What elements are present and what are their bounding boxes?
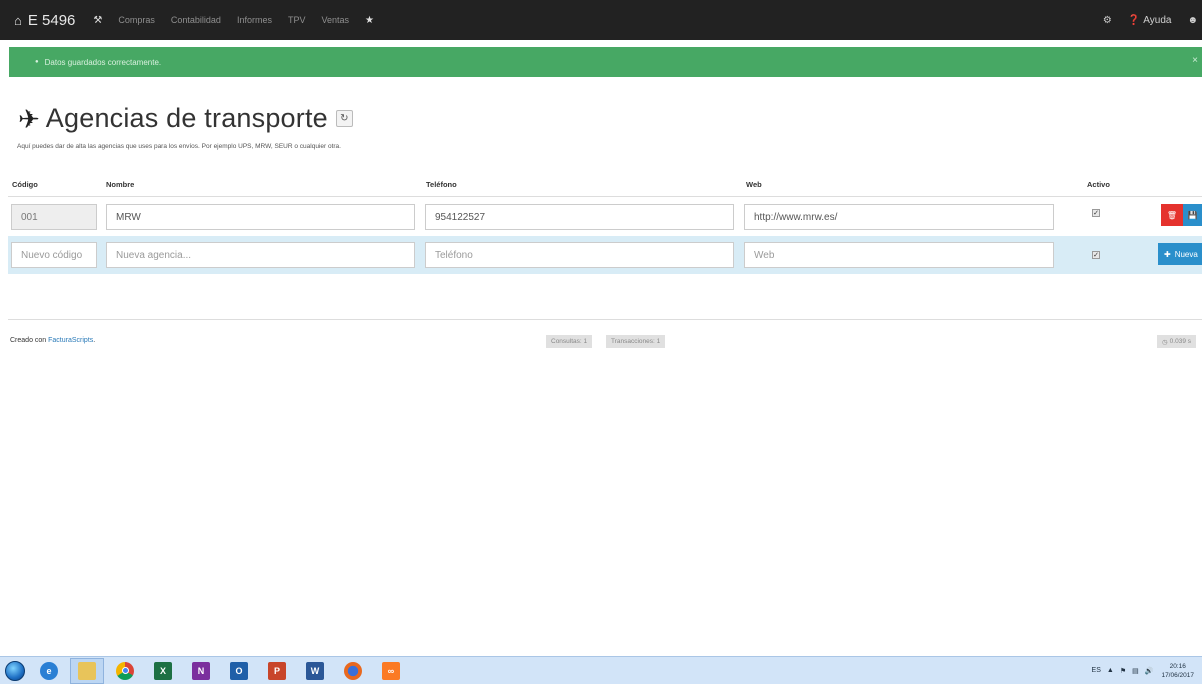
system-tray: ES ▲ ⚑ ▤ 🔊 20:16 17/06/2017	[1086, 662, 1202, 680]
user-icon[interactable]: ☻	[1179, 0, 1202, 40]
volume-icon[interactable]: 🔊	[1145, 667, 1154, 675]
clock[interactable]: 20:16 17/06/2017	[1161, 662, 1194, 680]
new-agency-button[interactable]: ✚ Nueva	[1158, 243, 1202, 265]
excel-icon[interactable]: X	[146, 658, 180, 684]
refresh-button[interactable]: ↻	[335, 110, 353, 127]
language-indicator[interactable]: ES	[1092, 667, 1101, 674]
page-subtitle: Aquí puedes dar de alta las agencias que…	[17, 143, 341, 150]
outlook-icon[interactable]: O	[222, 658, 256, 684]
credit-suffix: .	[93, 337, 96, 344]
nav-item-tpv[interactable]: TPV	[280, 0, 314, 40]
internet-explorer-icon[interactable]: e	[32, 658, 66, 684]
chrome-icon[interactable]	[108, 658, 142, 684]
time-label: 0.039 s	[1169, 338, 1191, 345]
floppy-icon: 💾	[1187, 210, 1198, 220]
flag-icon[interactable]: ⚑	[1120, 667, 1126, 675]
new-codigo-input[interactable]: Nuevo código	[11, 242, 97, 268]
plus-icon: ✚	[1164, 249, 1171, 259]
page-header: ✈ Agencias de transporte ↻	[18, 103, 353, 134]
file-explorer-icon[interactable]	[70, 657, 104, 684]
top-navbar: ⌂ E 5496 ⚒ Compras Contabilidad Informes…	[0, 0, 1202, 40]
bullet-icon: ●	[35, 59, 39, 65]
nav-item-contabilidad[interactable]: Contabilidad	[163, 0, 229, 40]
footer-credit: Creado con FacturaScripts.	[10, 337, 95, 344]
wrench-icon[interactable]: ⚒	[85, 0, 110, 40]
clock-time: 20:16	[1169, 662, 1186, 670]
home-icon: ⌂	[14, 12, 22, 28]
new-telefono-input[interactable]: Teléfono	[425, 242, 734, 268]
settings-icon[interactable]: ⚙	[1095, 0, 1120, 40]
windows-orb-icon	[5, 660, 25, 681]
telefono-field[interactable]: 954122527	[425, 204, 734, 230]
plane-icon: ✈	[18, 103, 40, 134]
page-title: Agencias de transporte	[45, 103, 328, 133]
clock-date: 17/06/2017	[1161, 671, 1194, 679]
save-button[interactable]: 💾	[1183, 204, 1202, 226]
onenote-icon[interactable]: N	[184, 658, 218, 684]
footer-divider	[8, 319, 1202, 320]
web-field[interactable]: http://www.mrw.es/	[744, 204, 1054, 230]
activo-checkbox[interactable]: ✓	[1092, 209, 1100, 217]
word-icon[interactable]: W	[298, 658, 332, 684]
refresh-icon: ↻	[340, 113, 349, 124]
header-nombre: Nombre	[106, 180, 135, 189]
new-button-label: Nueva	[1174, 249, 1198, 259]
question-icon: ❓	[1127, 14, 1141, 26]
header-telefono: Teléfono	[426, 180, 457, 189]
xampp-icon[interactable]: ∞	[374, 658, 408, 684]
close-icon[interactable]: ×	[1192, 55, 1198, 66]
new-web-input[interactable]: Web	[744, 242, 1054, 268]
start-button[interactable]	[0, 657, 30, 685]
new-nombre-input[interactable]: Nueva agencia...	[106, 242, 415, 268]
consultas-badge: Consultas: 1	[546, 335, 593, 348]
header-divider	[8, 196, 1202, 197]
navbar-right: ⚙ ❓ Ayuda ☻	[1095, 0, 1202, 40]
powerpoint-icon[interactable]: P	[260, 658, 294, 684]
nav-item-compras[interactable]: Compras	[110, 0, 163, 40]
help-label: Ayuda	[1143, 14, 1172, 26]
clock-icon: ◷	[1162, 338, 1168, 346]
header-codigo: Código	[12, 180, 38, 189]
home-link[interactable]: ⌂ E 5496	[0, 0, 85, 40]
transacciones-badge: Transacciones: 1	[606, 335, 666, 348]
success-alert: ● Datos guardados correctamente. ×	[9, 47, 1202, 77]
codigo-field[interactable]: 001	[11, 204, 97, 230]
header-web: Web	[746, 180, 762, 189]
network-icon[interactable]: ▤	[1132, 667, 1139, 675]
nav-item-ventas[interactable]: Ventas	[313, 0, 357, 40]
credit-prefix: Creado con	[10, 337, 49, 344]
firefox-icon[interactable]	[336, 658, 370, 684]
help-link[interactable]: ❓ Ayuda	[1120, 0, 1180, 40]
time-badge: ◷ 0.039 s	[1157, 335, 1196, 348]
brand-label: E 5496	[27, 11, 76, 29]
windows-taskbar: e X N O P W ∞ ES ▲ ⚑ ▤ 🔊 20:16 17/06/201…	[0, 656, 1202, 684]
trash-icon: 🗑	[1166, 210, 1178, 220]
header-activo: Activo	[1087, 180, 1110, 189]
nombre-field[interactable]: MRW	[106, 204, 415, 230]
delete-button[interactable]: 🗑	[1161, 204, 1183, 226]
new-activo-checkbox[interactable]: ✓	[1092, 251, 1100, 259]
facturascripts-link[interactable]: FacturaScripts	[48, 337, 93, 344]
chevron-up-icon[interactable]: ▲	[1107, 667, 1114, 674]
star-icon[interactable]: ★	[357, 0, 382, 40]
nav-item-informes[interactable]: Informes	[229, 0, 280, 40]
alert-message: Datos guardados correctamente.	[44, 57, 162, 67]
